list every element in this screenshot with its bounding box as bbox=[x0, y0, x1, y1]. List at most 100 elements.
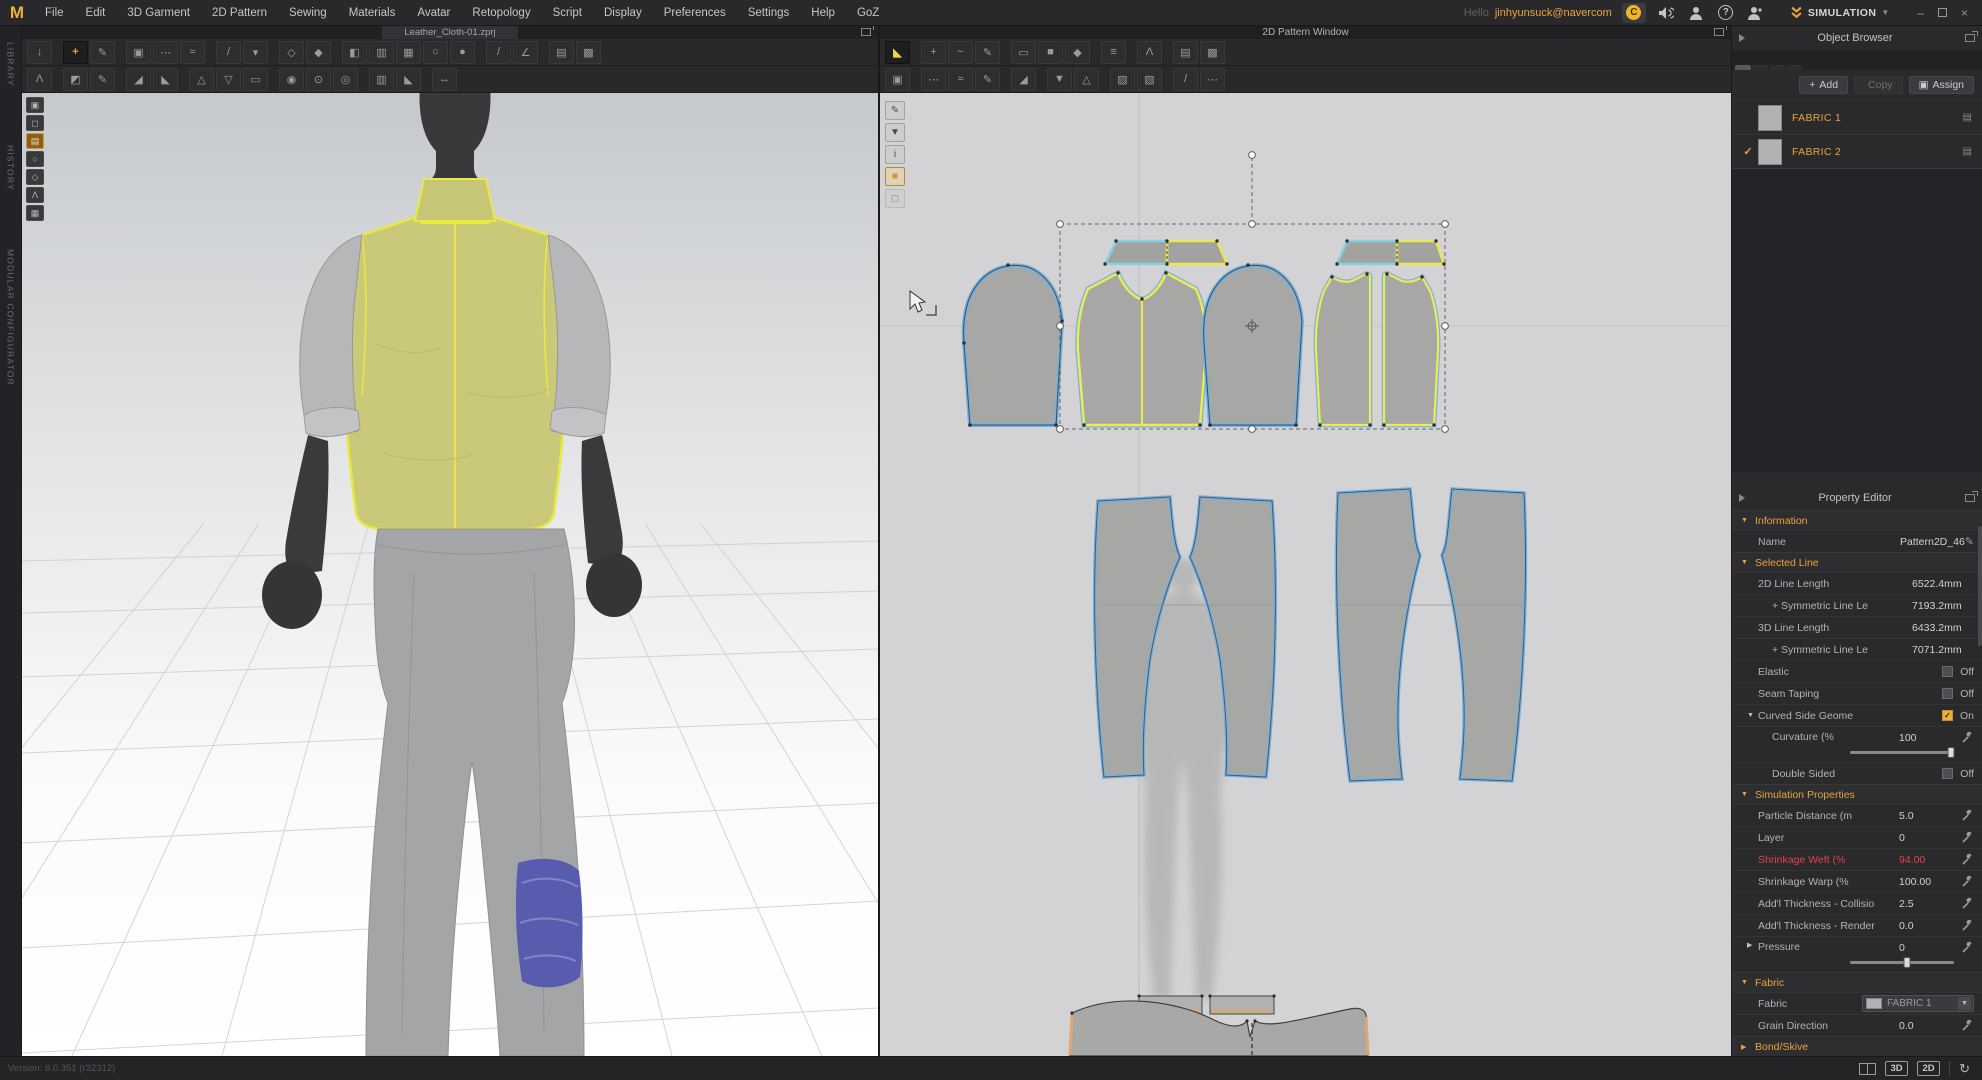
grid-edit-tool[interactable]: ▩ bbox=[1200, 41, 1225, 64]
property-value[interactable]: 0.0 bbox=[1899, 1020, 1961, 1032]
checkbox[interactable] bbox=[1942, 768, 1953, 779]
fabric-item[interactable]: ✓ FABRIC 2 ▤ bbox=[1732, 134, 1982, 168]
shrink-tool[interactable]: ▨ bbox=[1110, 68, 1135, 91]
menu-item[interactable]: Settings bbox=[737, 0, 801, 26]
rectangle-tool[interactable]: ■ bbox=[1038, 41, 1063, 64]
menu-item[interactable]: Display bbox=[593, 0, 653, 26]
menu-item[interactable]: Materials bbox=[338, 0, 407, 26]
app-logo[interactable]: M bbox=[0, 0, 34, 26]
free-sewing-tool[interactable]: ≈ bbox=[180, 41, 205, 64]
property-value[interactable]: 0 bbox=[1899, 942, 1961, 954]
menu-item[interactable]: Preferences bbox=[653, 0, 737, 26]
wrench-icon[interactable] bbox=[1961, 853, 1974, 866]
wrench-icon[interactable] bbox=[1961, 919, 1974, 932]
animation-walk-tool[interactable]: Λ bbox=[27, 68, 52, 91]
section-header[interactable]: Selected Line bbox=[1732, 552, 1982, 572]
wrench-icon[interactable] bbox=[1961, 897, 1974, 910]
superimpose-tool[interactable]: ◇ bbox=[279, 41, 304, 64]
sleeve-pattern-right[interactable] bbox=[1204, 265, 1302, 425]
transform-pattern-tool[interactable]: ◣ bbox=[885, 41, 910, 64]
segment-sewing-tool[interactable]: ⋯ bbox=[921, 68, 946, 91]
expand-tool[interactable]: ▧ bbox=[1137, 68, 1162, 91]
fabric-swatch[interactable] bbox=[1758, 105, 1782, 131]
popout-window-icon[interactable] bbox=[861, 28, 871, 36]
fold-tool[interactable]: ◢ bbox=[126, 68, 151, 91]
menu-item[interactable]: Avatar bbox=[406, 0, 461, 26]
menu-item[interactable]: 3D Garment bbox=[116, 0, 201, 26]
garment-collar[interactable] bbox=[415, 179, 495, 221]
fabric-item[interactable]: ✓ FABRIC 1 ▤ bbox=[1732, 100, 1982, 134]
checkbox[interactable] bbox=[1942, 688, 1953, 699]
wrench-icon[interactable] bbox=[1961, 941, 1974, 954]
property-value[interactable]: 0 bbox=[1899, 832, 1961, 844]
collar-pattern-left2[interactable] bbox=[1337, 241, 1397, 264]
edit-pinpoint-tool[interactable]: ✎ bbox=[90, 41, 115, 64]
fabric-swatch[interactable] bbox=[1758, 139, 1782, 165]
section-header[interactable]: Information bbox=[1732, 510, 1982, 530]
menu-item[interactable]: GoZ bbox=[846, 0, 890, 26]
free-sewing-tool[interactable]: ≈ bbox=[948, 68, 973, 91]
buttonhole-tool[interactable]: ⊙ bbox=[306, 68, 331, 91]
checkbox[interactable] bbox=[1942, 710, 1953, 721]
property-value[interactable]: 100 bbox=[1899, 732, 1961, 744]
popout-window-icon[interactable] bbox=[1714, 28, 1724, 36]
project-file-tab[interactable]: Leather_Cloth-01.zprj bbox=[382, 26, 517, 39]
property-value[interactable]: 100.00 bbox=[1899, 876, 1961, 888]
zipper-tool[interactable]: ▥ bbox=[369, 68, 394, 91]
edit-measure-tool[interactable]: ∠ bbox=[513, 41, 538, 64]
property-value[interactable]: 2.5 bbox=[1899, 898, 1961, 910]
property-value[interactable]: Off bbox=[1960, 688, 1974, 700]
checkbox[interactable] bbox=[1942, 666, 1953, 677]
show-avatar-toggle[interactable]: Λ bbox=[26, 187, 44, 203]
menu-item[interactable]: Script bbox=[542, 0, 593, 26]
pin-garment-tool[interactable]: △ bbox=[1074, 68, 1099, 91]
section-header[interactable]: Fabric bbox=[1732, 972, 1982, 992]
object-list-empty-area[interactable] bbox=[1732, 168, 1982, 472]
property-value[interactable]: 7071.2mm bbox=[1912, 644, 1974, 656]
seam-allowance-tool[interactable]: ⋯ bbox=[1200, 68, 1225, 91]
show-garment-toggle[interactable]: ▼ bbox=[885, 123, 905, 142]
collar-pattern-right2[interactable] bbox=[1397, 241, 1444, 264]
credits-coin-icon[interactable]: C bbox=[1622, 3, 1646, 23]
notch-tool[interactable]: / bbox=[1173, 68, 1198, 91]
minimize-button[interactable]: – bbox=[1917, 0, 1924, 26]
side-panel-tab[interactable]: MODULAR CONFIGURATOR bbox=[6, 249, 16, 386]
show-avatar-silhouette-tool[interactable]: Λ bbox=[1137, 41, 1162, 64]
add-fabric-button[interactable]: +Add bbox=[1799, 76, 1848, 94]
edit-sewing-tool[interactable]: ✎ bbox=[975, 68, 1000, 91]
slider-handle[interactable] bbox=[1947, 747, 1954, 758]
property-value[interactable]: 6433.2mm bbox=[1912, 622, 1974, 634]
show-floor-toggle[interactable]: ▦ bbox=[26, 205, 44, 221]
select-mesh-tool[interactable]: ◩ bbox=[63, 68, 88, 91]
sync-refresh-icon[interactable]: ↻ bbox=[1959, 1061, 1970, 1077]
slider-handle[interactable] bbox=[1904, 957, 1911, 968]
wrench-icon[interactable] bbox=[1961, 875, 1974, 888]
property-value[interactable]: 5.0 bbox=[1899, 810, 1961, 822]
tack-tool[interactable]: △ bbox=[189, 68, 214, 91]
flatten-select-tool[interactable]: ◣ bbox=[396, 68, 421, 91]
popout-window-icon[interactable] bbox=[1965, 494, 1975, 502]
slider[interactable] bbox=[1850, 961, 1954, 964]
sewing-machine-tool[interactable]: ▣ bbox=[885, 68, 910, 91]
fold-arrangement-tool[interactable]: ◧ bbox=[342, 41, 367, 64]
show-fabric-toggle[interactable]: ▤ bbox=[26, 133, 44, 149]
select-move-tool[interactable]: + bbox=[63, 41, 88, 64]
assign-fabric-button[interactable]: ▣Assign bbox=[1909, 76, 1974, 94]
restore-button[interactable] bbox=[1938, 0, 1947, 26]
grid-display-tool[interactable]: ▩ bbox=[576, 41, 601, 64]
edit-pattern-tool[interactable]: + bbox=[921, 41, 946, 64]
view-2d-button[interactable]: 2D bbox=[1917, 1061, 1940, 1076]
show-pins-toggle[interactable]: ◇ bbox=[26, 169, 44, 185]
collar-pattern-right[interactable] bbox=[1167, 241, 1227, 264]
fabric-dropdown[interactable]: FABRIC 1 ▼ bbox=[1862, 995, 1974, 1012]
wrench-icon[interactable] bbox=[1961, 1019, 1974, 1032]
menu-item[interactable]: Retopology bbox=[461, 0, 541, 26]
section-header[interactable]: Simulation Properties bbox=[1732, 784, 1982, 804]
tack-on-avatar-tool[interactable]: ▾ bbox=[243, 41, 268, 64]
layer-clone-tool[interactable]: ▦ bbox=[396, 41, 421, 64]
split-view-icon[interactable] bbox=[1859, 1063, 1876, 1075]
zipper-lock-tool[interactable]: ◎ bbox=[333, 68, 358, 91]
show-3d-pattern-toggle[interactable]: ◻ bbox=[26, 115, 44, 131]
side-panel-tab[interactable]: HISTORY bbox=[6, 145, 16, 191]
mirror-garment-tool[interactable]: ▥ bbox=[369, 41, 394, 64]
